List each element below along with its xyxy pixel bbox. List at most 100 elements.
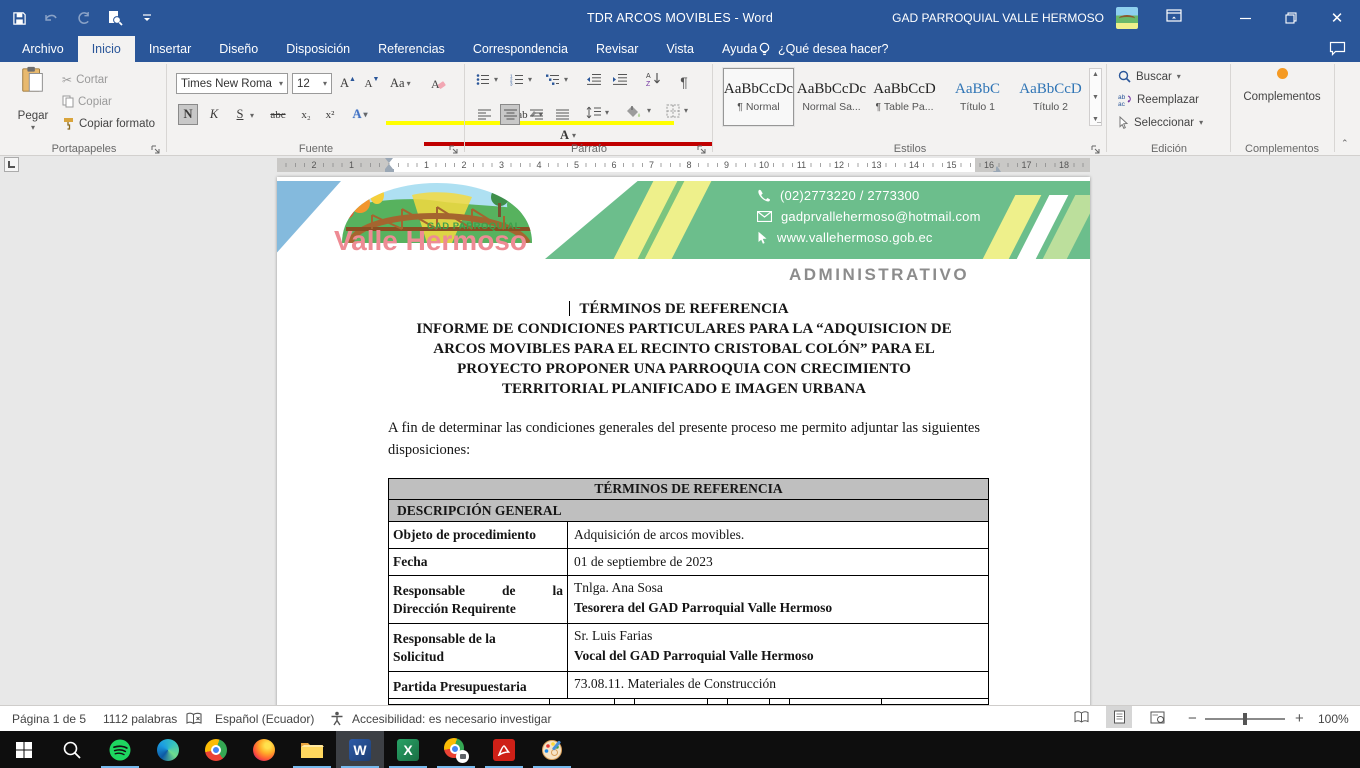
tell-me-box[interactable]: ¿Qué desea hacer? — [748, 36, 899, 62]
italic-button[interactable]: K — [204, 104, 224, 125]
grow-font-button[interactable]: A▲ — [338, 73, 358, 94]
tab-diseño[interactable]: Diseño — [205, 36, 272, 62]
shrink-font-button[interactable]: A▼ — [362, 73, 382, 94]
align-center-button[interactable] — [500, 104, 520, 125]
taskbar-chrome[interactable] — [192, 731, 240, 768]
account-avatar[interactable] — [1116, 7, 1138, 29]
select-button[interactable]: Seleccionar▾ — [1118, 116, 1203, 129]
page-indicator[interactable]: Página 1 de 5 — [12, 706, 86, 731]
clipboard-dialog-launcher[interactable] — [151, 142, 162, 153]
zoom-slider[interactable] — [1205, 706, 1285, 731]
multilevel-list-button[interactable]: ▾ — [546, 73, 568, 86]
change-case-button[interactable]: Aa▾ — [390, 73, 411, 94]
document-title[interactable]: TÉRMINOS DE REFERENCIA INFORME DE CONDIC… — [388, 299, 980, 399]
restore-button[interactable] — [1268, 0, 1314, 36]
align-left-button[interactable] — [474, 104, 494, 125]
bullets-button[interactable]: ▾ — [476, 73, 498, 86]
paste-button[interactable]: ​ Pegar ▾ — [10, 66, 56, 132]
taskbar-firefox[interactable] — [240, 731, 288, 768]
style-table-pa[interactable]: AaBbCcD¶ Table Pa... — [869, 68, 940, 126]
decrease-indent-button[interactable] — [586, 73, 602, 91]
comments-icon[interactable] — [1329, 41, 1346, 61]
underline-button[interactable]: S — [230, 104, 250, 125]
proofing-icon[interactable] — [186, 706, 202, 731]
document-page[interactable]: (02)2773220 / 2773300 gadprvallehermoso@… — [277, 177, 1090, 705]
ribbon-display-options-icon[interactable] — [1166, 9, 1182, 27]
style-título-2[interactable]: AaBbCcDTítulo 2 — [1015, 68, 1086, 126]
numbering-button[interactable]: 123▾ — [510, 73, 532, 86]
shading-button[interactable]: ▾ — [626, 104, 651, 118]
style-título-1[interactable]: AaBbCTítulo 1 — [942, 68, 1013, 126]
style-normal-sa[interactable]: AaBbCcDcNormal Sa... — [796, 68, 867, 126]
customize-quick-access-icon[interactable] — [138, 9, 156, 27]
first-line-indent-marker[interactable] — [385, 158, 393, 163]
close-button[interactable]: ✕ — [1314, 0, 1360, 36]
ruler[interactable]: 21123456789101112131415161718 — [277, 158, 1090, 172]
save-icon[interactable] — [10, 9, 28, 27]
taskbar-search-button[interactable] — [48, 731, 96, 768]
tab-revisar[interactable]: Revisar — [582, 36, 652, 62]
borders-button[interactable]: ▾ — [666, 104, 688, 118]
tab-correspondencia[interactable]: Correspondencia — [459, 36, 582, 62]
style-normal[interactable]: AaBbCcDc¶ Normal — [723, 68, 794, 126]
taskbar-acrobat[interactable] — [480, 731, 528, 768]
bold-button[interactable]: N — [178, 104, 198, 125]
subscript-button[interactable]: x₂ — [296, 104, 316, 125]
font-dialog-launcher[interactable] — [449, 142, 460, 153]
print-preview-icon[interactable] — [106, 9, 124, 27]
taskbar-chrome-app[interactable] — [432, 731, 480, 768]
zoom-out-button[interactable]: − — [1188, 706, 1197, 731]
tab-inicio[interactable]: Inicio — [78, 36, 135, 62]
clear-formatting-button[interactable]: A — [428, 73, 448, 94]
justify-button[interactable] — [552, 104, 572, 125]
font-size-select[interactable]: 12▾ — [292, 73, 332, 94]
print-layout-button[interactable] — [1106, 706, 1132, 728]
undo-icon[interactable] — [42, 9, 60, 27]
taskbar-word[interactable]: W — [336, 731, 384, 768]
reference-table[interactable]: TÉRMINOS DE REFERENCIA DESCRIPCIÓN GENER… — [388, 478, 989, 705]
strikethrough-button[interactable]: abc — [268, 104, 288, 125]
taskbar-spotify[interactable] — [96, 731, 144, 768]
format-painter-button[interactable]: Copiar formato — [62, 117, 155, 130]
find-button[interactable]: Buscar▾ — [1118, 70, 1181, 83]
tab-vista[interactable]: Vista — [652, 36, 708, 62]
collapse-ribbon-button[interactable]: ⌃ — [1341, 138, 1349, 149]
read-mode-button[interactable] — [1068, 706, 1094, 728]
line-spacing-button[interactable]: ▾ — [586, 106, 609, 119]
taskbar-excel[interactable]: X — [384, 731, 432, 768]
styles-gallery-scrollbar[interactable]: ▲▼▼̲ — [1089, 68, 1102, 126]
replace-button[interactable]: abac Reemplazar — [1118, 93, 1199, 106]
sort-button[interactable]: AZ — [646, 71, 662, 92]
redo-icon[interactable] — [74, 9, 92, 27]
copy-button[interactable]: Copiar — [62, 95, 112, 108]
increase-indent-button[interactable] — [612, 73, 628, 91]
taskbar-edge[interactable] — [144, 731, 192, 768]
tab-archivo[interactable]: Archivo — [8, 36, 78, 62]
zoom-slider-thumb[interactable] — [1243, 713, 1247, 725]
accessibility-icon[interactable] — [330, 706, 344, 731]
taskbar-file-explorer[interactable] — [288, 731, 336, 768]
word-count[interactable]: 1112 palabras — [103, 706, 177, 731]
intro-paragraph[interactable]: A fin de determinar las condiciones gene… — [388, 417, 980, 461]
language-indicator[interactable]: Español (Ecuador) — [215, 706, 314, 731]
left-indent-marker[interactable] — [385, 169, 394, 172]
paragraph-dialog-launcher[interactable] — [697, 142, 708, 153]
show-paragraph-marks-button[interactable]: ¶ — [674, 71, 694, 92]
tab-referencias[interactable]: Referencias — [364, 36, 459, 62]
start-button[interactable] — [0, 731, 48, 768]
zoom-in-button[interactable]: + — [1295, 706, 1304, 731]
tab-disposición[interactable]: Disposición — [272, 36, 364, 62]
addins-button[interactable]: Complementos — [1232, 68, 1332, 103]
taskbar-paint[interactable] — [528, 731, 576, 768]
align-right-button[interactable] — [526, 104, 546, 125]
text-effects-button[interactable]: A▾ — [350, 104, 370, 125]
styles-dialog-launcher[interactable] — [1091, 142, 1102, 153]
tab-selector[interactable] — [4, 157, 19, 172]
zoom-percentage[interactable]: 100% — [1318, 706, 1349, 731]
underline-dropdown[interactable]: ▾ — [250, 112, 254, 120]
font-family-select[interactable]: Times New Roma▾ — [176, 73, 288, 94]
tab-insertar[interactable]: Insertar — [135, 36, 205, 62]
superscript-button[interactable]: x² — [320, 104, 340, 125]
accessibility-status[interactable]: Accesibilidad: es necesario investigar — [352, 706, 551, 731]
web-layout-button[interactable] — [1144, 706, 1170, 728]
